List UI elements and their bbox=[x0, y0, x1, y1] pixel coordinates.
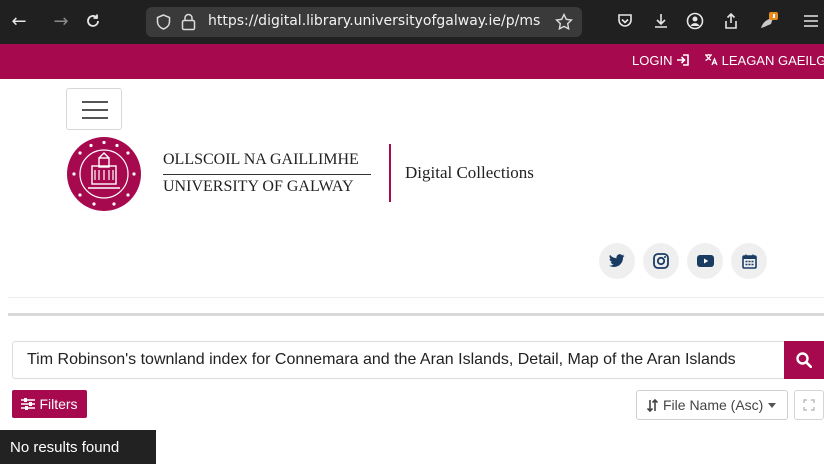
download-icon[interactable] bbox=[650, 10, 672, 32]
reload-icon bbox=[87, 14, 99, 27]
no-results-message: No results found bbox=[0, 430, 156, 464]
browser-toolbar: ← → https://digital.library.universityof… bbox=[0, 0, 824, 44]
chevron-down-icon bbox=[768, 402, 777, 408]
calendar-link[interactable] bbox=[731, 243, 767, 279]
youtube-link[interactable] bbox=[687, 243, 723, 279]
calendar-icon bbox=[741, 254, 757, 269]
filters-label: Filters bbox=[39, 396, 78, 412]
brand-rule bbox=[163, 174, 371, 175]
share-icon[interactable] bbox=[720, 10, 742, 32]
expand-icon bbox=[803, 399, 815, 411]
brand-divider bbox=[389, 144, 391, 202]
url-text: https://digital.library.universityofgalw… bbox=[208, 13, 541, 29]
translate-icon bbox=[705, 54, 718, 66]
twitter-icon bbox=[609, 254, 625, 268]
search-button[interactable] bbox=[784, 341, 824, 379]
reload-button[interactable] bbox=[80, 8, 106, 34]
sort-icon bbox=[647, 398, 658, 412]
forward-arrow-icon: → bbox=[53, 10, 69, 32]
hamburger-menu-button[interactable] bbox=[66, 88, 122, 130]
instagram-icon bbox=[653, 253, 669, 269]
menu-icon[interactable] bbox=[800, 10, 822, 32]
header-separator bbox=[8, 297, 824, 298]
back-arrow-icon: ← bbox=[11, 10, 27, 32]
sliders-icon bbox=[21, 398, 36, 410]
hamburger-line bbox=[82, 101, 108, 103]
hamburger-line bbox=[82, 109, 108, 111]
hamburger-line bbox=[82, 117, 108, 119]
login-label: LOGIN bbox=[632, 53, 673, 68]
back-button[interactable]: ← bbox=[6, 8, 32, 34]
fullscreen-button[interactable] bbox=[794, 390, 824, 420]
youtube-icon bbox=[696, 255, 714, 267]
brand-name-irish: OLLSCOIL NA GAILLIMHE bbox=[163, 151, 359, 168]
filters-button[interactable]: Filters bbox=[12, 390, 87, 418]
forward-button[interactable]: → bbox=[48, 8, 74, 34]
sort-dropdown[interactable]: File Name (Asc) bbox=[636, 390, 788, 420]
login-link[interactable]: LOGIN bbox=[632, 53, 690, 68]
university-seal-logo[interactable] bbox=[66, 136, 142, 212]
section-separator bbox=[8, 313, 824, 316]
search-input[interactable] bbox=[12, 341, 784, 379]
instagram-link[interactable] bbox=[643, 243, 679, 279]
pocket-icon[interactable] bbox=[614, 10, 636, 32]
shield-icon bbox=[156, 14, 171, 30]
extension-icon[interactable] bbox=[758, 10, 780, 32]
lock-icon bbox=[181, 13, 196, 31]
sort-label: File Name (Asc) bbox=[663, 397, 764, 413]
utility-bar: LOGIN LEAGAN GAEILGE bbox=[0, 44, 824, 79]
login-icon bbox=[677, 54, 689, 66]
account-icon[interactable] bbox=[684, 10, 706, 32]
bookmark-star-icon[interactable] bbox=[555, 13, 573, 31]
twitter-link[interactable] bbox=[599, 243, 635, 279]
search-icon bbox=[796, 352, 812, 368]
address-bar[interactable]: https://digital.library.universityofgalw… bbox=[146, 7, 582, 37]
site-title[interactable]: Digital Collections bbox=[405, 163, 534, 183]
language-link[interactable]: LEAGAN GAEILGE bbox=[704, 53, 824, 68]
language-label: LEAGAN GAEILGE bbox=[721, 53, 824, 68]
brand-name-english: UNIVERSITY OF GALWAY bbox=[163, 178, 354, 195]
